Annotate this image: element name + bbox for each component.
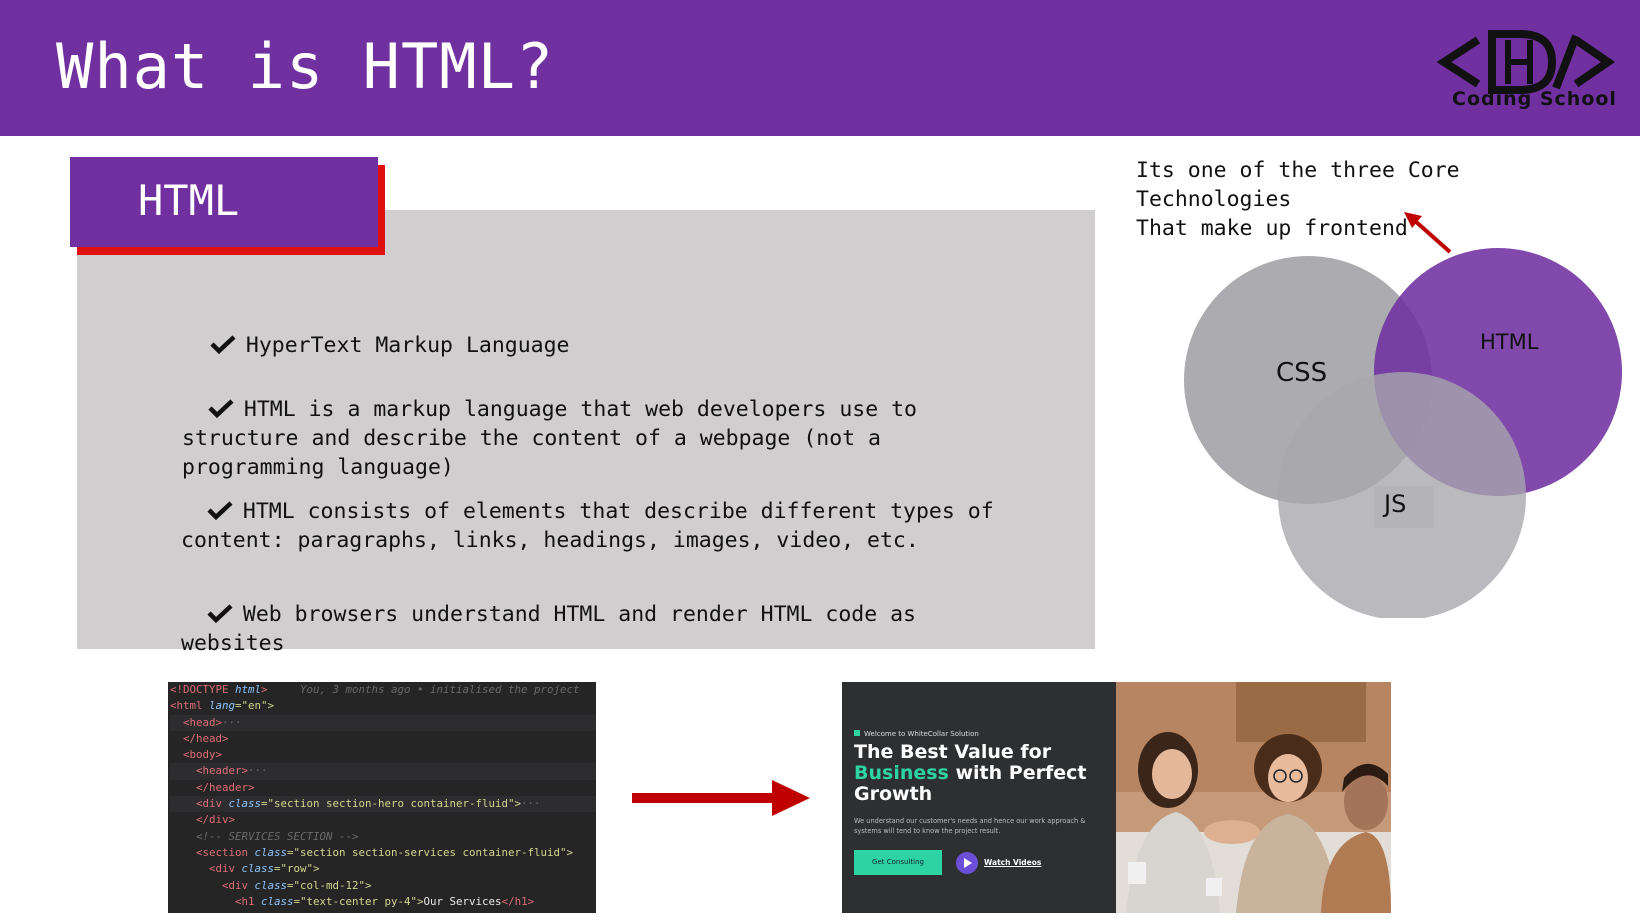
venn-label-html: HTML: [1480, 330, 1539, 354]
render-arrow-icon: [632, 780, 810, 816]
business-handshake-photo: [1116, 682, 1391, 913]
code-line: <body>: [170, 748, 223, 762]
preview-kicker: Welcome to WhiteCollar Solution: [854, 730, 979, 738]
venn-label-css: CSS: [1276, 358, 1328, 388]
preview-description: We understand our customer's needs and h…: [854, 817, 1086, 835]
preview-watch-link: Watch Videos: [984, 858, 1042, 867]
preview-consulting-button: Get Consulting: [854, 850, 942, 875]
code-line: <section class="section section-services…: [170, 845, 574, 859]
bullet-text: Web browsers understand HTML and render …: [181, 602, 916, 656]
checkmark-icon: [210, 335, 236, 354]
code-line: <div class="col-md-12">: [170, 878, 372, 892]
bullet-item: HTML consists of elements that describe …: [181, 468, 994, 555]
play-icon: [956, 852, 978, 874]
website-preview-screenshot: Welcome to WhiteCollar Solution The Best…: [842, 682, 1391, 913]
bullet-item: Web browsers understand HTML and render …: [181, 571, 916, 658]
checkmark-icon: [207, 501, 233, 520]
code-line: <head>···: [170, 714, 596, 731]
checkmark-icon: [208, 399, 234, 418]
code-line: </div>: [170, 813, 236, 827]
venn-diagram: [1184, 248, 1622, 618]
code-line: <!DOCTYPE html> You, 3 months ago • init…: [170, 683, 580, 696]
preview-headline: The Best Value for Business with Perfect…: [854, 741, 1087, 805]
bullet-text: HTML consists of elements that describe …: [181, 499, 994, 553]
bullet-item: HyperText Markup Language: [184, 302, 570, 360]
venn-label-js: JS: [1384, 490, 1407, 518]
code-line: <div class="section section-hero contain…: [170, 796, 596, 813]
code-line: </head>: [170, 731, 229, 745]
bullet-item: HTML is a markup language that web devel…: [182, 366, 917, 482]
code-line: </header>: [170, 780, 255, 794]
code-line: <h1 class="text-center py-4">Our Service…: [170, 894, 535, 908]
preview-dot-icon: [854, 730, 860, 736]
checkmark-icon: [207, 604, 233, 623]
logo-text: Coding School: [1452, 88, 1617, 110]
html-tag-label: HTML: [138, 176, 240, 225]
code-editor-screenshot: <!DOCTYPE html> You, 3 months ago • init…: [168, 682, 596, 913]
code-line: <header>···: [170, 763, 596, 780]
code-line: <html lang="en">: [170, 699, 275, 713]
code-line: <!-- SERVICES SECTION -->: [170, 829, 359, 843]
bullet-text: HyperText Markup Language: [245, 333, 570, 358]
code-line: <div class="row">: [170, 862, 320, 876]
slide-title: What is HTML?: [56, 30, 555, 103]
